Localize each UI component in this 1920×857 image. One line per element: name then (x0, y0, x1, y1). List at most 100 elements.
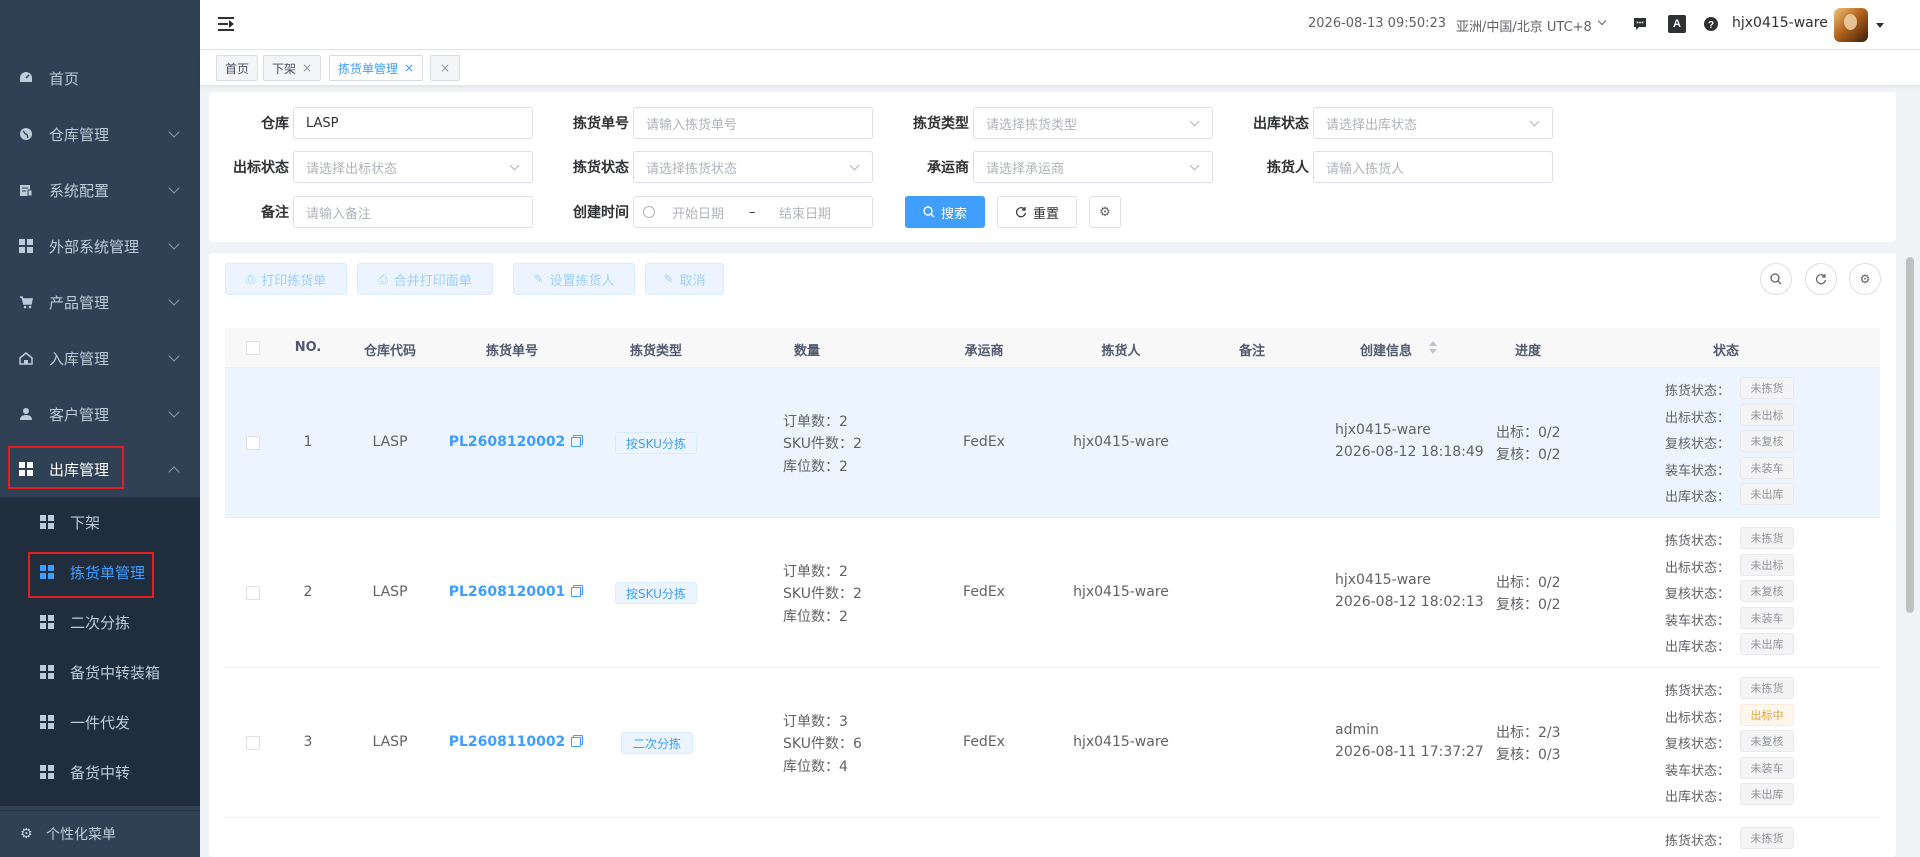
translate-icon[interactable]: A (1668, 15, 1686, 33)
menu-system-config[interactable]: 系统配置 (0, 162, 200, 218)
row-checkbox[interactable] (246, 736, 260, 750)
pick-no-link[interactable]: PL2608110002 (449, 734, 566, 750)
select-all-checkbox[interactable] (246, 341, 260, 355)
col-created[interactable]: 创建信息 (1346, 340, 1426, 359)
status-badge: 未拣货 (1740, 827, 1794, 849)
sort-desc-icon[interactable] (1429, 349, 1437, 354)
row-checkbox[interactable] (246, 436, 260, 450)
col-picker: 拣货人 (1101, 344, 1141, 359)
status-badge: 未拣货 (1740, 677, 1794, 699)
qty-orders-label: 订单数： (783, 414, 839, 430)
menu-inbound[interactable]: 入库管理 (0, 330, 200, 386)
submenu-item-pick-list[interactable]: 拣货单管理 (0, 547, 200, 597)
set-picker-button[interactable]: ✎ 设置拣货人 (513, 263, 635, 295)
close-icon[interactable]: × (302, 61, 312, 75)
reset-button[interactable]: 重置 (997, 196, 1077, 228)
menu-product-label: 产品管理 (49, 293, 110, 312)
table-row[interactable]: 2 LASP PL2608120001 按SKU分拣 订单数：2 SKU件数：2… (225, 518, 1880, 668)
menu-outbound-label: 出库管理 (49, 460, 110, 479)
pick-type-label: 拣货类型 (913, 116, 969, 132)
menu-external-system[interactable]: 外部系统管理 (0, 218, 200, 274)
pick-no-link[interactable]: PL2608120002 (449, 434, 566, 450)
col-carrier: 承运商 (964, 344, 1004, 359)
status-badge: 未拣货 (1740, 377, 1794, 399)
warehouse-label: 仓库 (261, 116, 289, 132)
out-status-select[interactable]: 请选择出库状态 (1313, 107, 1553, 139)
menu-home[interactable]: 首页 (0, 50, 200, 106)
status-badge: 未出库 (1740, 783, 1794, 805)
submenu-item-transfer[interactable]: 备货中转 (0, 747, 200, 797)
search-settings-button[interactable]: ⚙ (1089, 196, 1121, 228)
timezone-select[interactable]: 亚洲/中国/北京 UTC+8 (1456, 16, 1592, 35)
cell-pick-no: PL2608110002 (435, 734, 595, 750)
pick-no-input[interactable]: 请输入拣货单号 (633, 107, 873, 139)
tag-home[interactable]: 首页 (216, 55, 259, 81)
progress-review-text: 复核： (1496, 747, 1538, 763)
copy-icon[interactable] (571, 437, 582, 447)
print-pick-list-button[interactable]: ⎙ 打印拣货单 (225, 263, 347, 295)
search-button[interactable]: 搜索 (905, 196, 985, 228)
submenu-item-dropship[interactable]: 一件代发 (0, 697, 200, 747)
page-scrollbar[interactable] (1906, 257, 1914, 613)
username[interactable]: hjx0415-ware (1732, 15, 1828, 31)
progress-label-value: 0/2 (1538, 425, 1561, 441)
avatar[interactable] (1834, 8, 1868, 42)
cancel-button[interactable]: ✎ 取消 (645, 263, 724, 295)
merge-print-button[interactable]: ⎙ 合并打印面单 (357, 263, 493, 295)
pick-status-select[interactable]: 请选择拣货状态 (633, 151, 873, 183)
submenu-item-takedown[interactable]: 下架 (0, 497, 200, 547)
hamburger-icon[interactable] (218, 17, 234, 31)
pick-no-link[interactable]: PL2608120001 (449, 584, 566, 600)
range-separator: – (749, 204, 756, 220)
refresh-table-button[interactable] (1805, 263, 1837, 295)
tag-close-all[interactable]: × (430, 55, 461, 81)
config-icon (18, 182, 34, 198)
warehouse-value: LASP (306, 115, 339, 131)
remark-input[interactable]: 请输入备注 (293, 196, 533, 228)
close-icon[interactable]: × (404, 61, 414, 75)
created-date-range[interactable]: 开始日期 – 结束日期 (633, 196, 873, 228)
close-icon[interactable]: × (440, 61, 450, 75)
message-icon[interactable] (1631, 15, 1649, 33)
col-warehouse: 仓库代码 (363, 344, 416, 359)
remark-label: 备注 (261, 205, 289, 221)
picker-input[interactable]: 请输入拣货人 (1313, 151, 1553, 183)
submenu-item-secondary-sort[interactable]: 二次分拣 (0, 597, 200, 647)
table-panel: ⎙ 打印拣货单 ⎙ 合并打印面单 ✎ 设置拣货人 ✎ 取消 ⚙ NO. 仓库代码 (209, 253, 1914, 857)
pick-type-select[interactable]: 请选择拣货类型 (973, 107, 1213, 139)
cell-picker: hjx0415-ware (1073, 434, 1169, 450)
merge-print-label: 合并打印面单 (393, 273, 472, 289)
printer-icon: ⎙ (245, 271, 256, 286)
table-row[interactable]: 拣货状态： 未拣货 (225, 818, 1880, 857)
help-icon[interactable]: ? (1702, 15, 1720, 33)
gear-icon: ⚙ (20, 826, 33, 842)
carrier-select[interactable]: 请选择承运商 (973, 151, 1213, 183)
qty-locations: 库位数：2 (783, 606, 848, 626)
menu-customer[interactable]: 客户管理 (0, 386, 200, 442)
submenu-item-transfer-packing[interactable]: 备货中转装箱 (0, 647, 200, 697)
refresh-icon (1815, 274, 1827, 285)
qty-orders-label: 订单数： (783, 564, 839, 580)
columns-settings-button[interactable]: ⚙ (1849, 263, 1881, 295)
warehouse-input[interactable]: LASP (293, 107, 533, 139)
menu-outbound[interactable]: 出库管理 (0, 441, 200, 497)
row-checkbox[interactable] (246, 586, 260, 600)
table-row[interactable]: 3 LASP PL2608110002 二次分拣 订单数：3 SKU件数：6 库… (225, 668, 1880, 818)
status-badge: 未出标 (1740, 554, 1794, 576)
progress-label: 出标：0/2 (1496, 572, 1561, 592)
personalize-menu-button[interactable]: ⚙ 个性化菜单 (0, 810, 200, 857)
copy-icon[interactable] (571, 587, 582, 597)
menu-warehouse[interactable]: 仓库管理 (0, 106, 200, 162)
menu-product[interactable]: 产品管理 (0, 274, 200, 330)
toggle-search-button[interactable] (1760, 263, 1792, 295)
cell-pick-no: PL2608120001 (435, 584, 595, 600)
caret-down-icon[interactable] (1876, 23, 1884, 28)
copy-icon[interactable] (571, 737, 582, 747)
table-row[interactable]: 1 LASP PL2608120002 按SKU分拣 订单数：2 SKU件数：2… (225, 368, 1880, 518)
sort-asc-icon[interactable] (1429, 341, 1437, 346)
label-status-select[interactable]: 请选择出标状态 (293, 151, 533, 183)
tag-pick-list[interactable]: 拣货单管理 × (329, 55, 424, 81)
tag-takedown[interactable]: 下架 × (263, 55, 322, 81)
clock-icon (643, 206, 655, 218)
created-by: hjx0415-ware (1335, 422, 1431, 438)
